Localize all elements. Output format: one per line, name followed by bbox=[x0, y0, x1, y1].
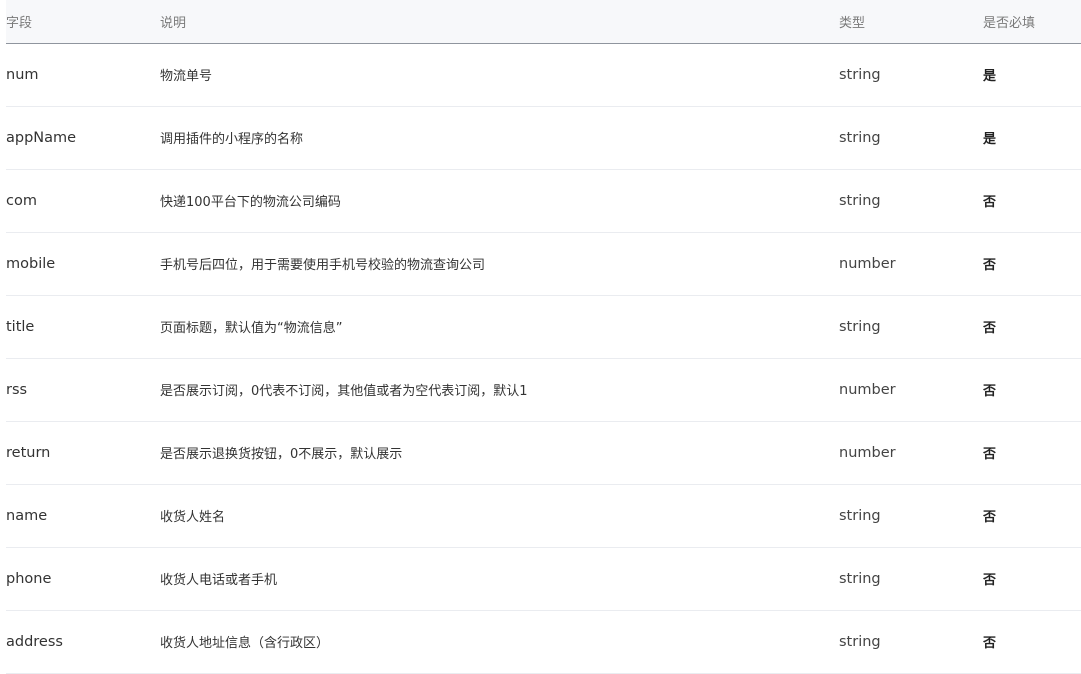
table-header: 字段 说明 类型 是否必填 bbox=[6, 0, 1081, 44]
cell-field: num bbox=[6, 43, 160, 107]
cell-required: 否 bbox=[983, 232, 1081, 296]
cell-description: 收货人电话或者手机 bbox=[160, 547, 839, 611]
cell-required: 是 bbox=[983, 43, 1081, 107]
cell-type: string bbox=[839, 106, 983, 170]
header-required: 是否必填 bbox=[983, 0, 1081, 44]
cell-description: 是否展示订阅，0代表不订阅，其他值或者为空代表订阅，默认1 bbox=[160, 358, 839, 422]
cell-type: string bbox=[839, 547, 983, 611]
cell-required: 否 bbox=[983, 547, 1081, 611]
cell-field: com bbox=[6, 169, 160, 233]
cell-type: string bbox=[839, 484, 983, 548]
header-field: 字段 bbox=[6, 0, 160, 44]
params-table-container: 字段 说明 类型 是否必填 num 物流单号 string 是 appName … bbox=[6, 0, 1081, 674]
cell-required: 否 bbox=[983, 358, 1081, 422]
cell-description: 收货人姓名 bbox=[160, 484, 839, 548]
cell-type: string bbox=[839, 169, 983, 233]
cell-type: string bbox=[839, 610, 983, 674]
table-row: return 是否展示退换货按钮，0不展示，默认展示 number 否 bbox=[6, 421, 1081, 485]
cell-type: string bbox=[839, 43, 983, 107]
cell-field: rss bbox=[6, 358, 160, 422]
header-description: 说明 bbox=[160, 0, 839, 44]
cell-description: 手机号后四位，用于需要使用手机号校验的物流查询公司 bbox=[160, 232, 839, 296]
table-row: address 收货人地址信息（含行政区） string 否 bbox=[6, 610, 1081, 674]
cell-type: number bbox=[839, 232, 983, 296]
cell-field: phone bbox=[6, 547, 160, 611]
params-table: 字段 说明 类型 是否必填 num 物流单号 string 是 appName … bbox=[6, 0, 1081, 674]
table-row: com 快递100平台下的物流公司编码 string 否 bbox=[6, 169, 1081, 233]
cell-field: address bbox=[6, 610, 160, 674]
table-row: appName 调用插件的小程序的名称 string 是 bbox=[6, 106, 1081, 170]
table-row: name 收货人姓名 string 否 bbox=[6, 484, 1081, 548]
cell-field: mobile bbox=[6, 232, 160, 296]
cell-required: 否 bbox=[983, 484, 1081, 548]
cell-required: 是 bbox=[983, 106, 1081, 170]
cell-description: 页面标题，默认值为“物流信息” bbox=[160, 295, 839, 359]
table-row: num 物流单号 string 是 bbox=[6, 43, 1081, 107]
table-row: phone 收货人电话或者手机 string 否 bbox=[6, 547, 1081, 611]
cell-required: 否 bbox=[983, 610, 1081, 674]
cell-field: title bbox=[6, 295, 160, 359]
table-row: title 页面标题，默认值为“物流信息” string 否 bbox=[6, 295, 1081, 359]
cell-type: string bbox=[839, 295, 983, 359]
cell-field: return bbox=[6, 421, 160, 485]
cell-required: 否 bbox=[983, 421, 1081, 485]
cell-field: appName bbox=[6, 106, 160, 170]
cell-field: name bbox=[6, 484, 160, 548]
cell-description: 是否展示退换货按钮，0不展示，默认展示 bbox=[160, 421, 839, 485]
cell-description: 调用插件的小程序的名称 bbox=[160, 106, 839, 170]
header-type: 类型 bbox=[839, 0, 983, 44]
cell-description: 快递100平台下的物流公司编码 bbox=[160, 169, 839, 233]
table-row: rss 是否展示订阅，0代表不订阅，其他值或者为空代表订阅，默认1 number… bbox=[6, 358, 1081, 422]
cell-description: 物流单号 bbox=[160, 43, 839, 107]
cell-type: number bbox=[839, 358, 983, 422]
cell-required: 否 bbox=[983, 295, 1081, 359]
header-row: 字段 说明 类型 是否必填 bbox=[6, 0, 1081, 44]
table-body: num 物流单号 string 是 appName 调用插件的小程序的名称 st… bbox=[6, 43, 1081, 674]
cell-type: number bbox=[839, 421, 983, 485]
cell-required: 否 bbox=[983, 169, 1081, 233]
cell-description: 收货人地址信息（含行政区） bbox=[160, 610, 839, 674]
table-row: mobile 手机号后四位，用于需要使用手机号校验的物流查询公司 number … bbox=[6, 232, 1081, 296]
